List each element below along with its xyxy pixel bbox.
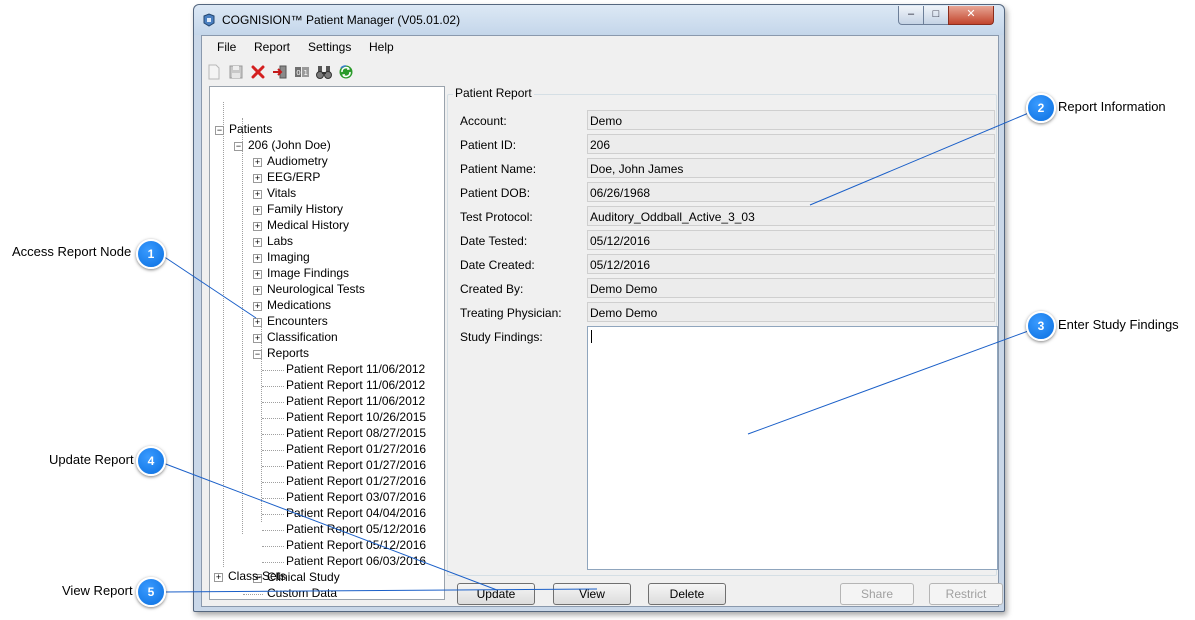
callout-label-5: View Report — [62, 583, 133, 598]
callout-label-4: Update Report — [49, 452, 134, 467]
callout-line-3 — [747, 329, 1032, 435]
callout-line-5 — [162, 588, 598, 593]
callout-badge-2: 2 — [1026, 93, 1056, 123]
callout-lines — [162, 111, 1032, 593]
callout-badge-1: 1 — [136, 239, 166, 269]
callout-line-1 — [162, 255, 257, 319]
callout-badge-3: 3 — [1026, 311, 1056, 341]
callout-label-3: Enter Study Findings — [1058, 317, 1179, 332]
callout-label-2: Report Information — [1058, 99, 1166, 114]
callout-badge-5: 5 — [136, 577, 166, 607]
callout-line-2 — [809, 111, 1032, 206]
callout-badge-4: 4 — [136, 446, 166, 476]
callout-line-4 — [162, 462, 498, 591]
callout-label-1: Access Report Node — [12, 244, 132, 259]
